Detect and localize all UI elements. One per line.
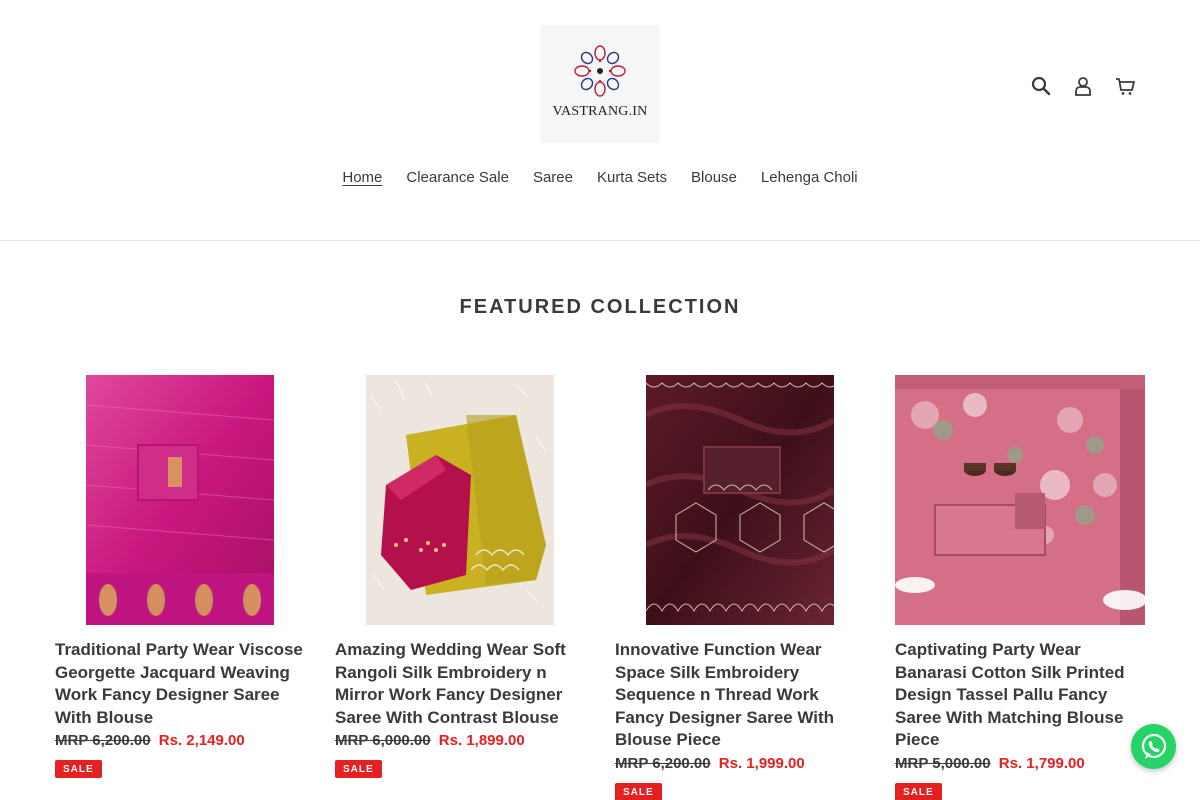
product-image-saree-rose	[895, 375, 1145, 625]
sale-badge: SALE	[615, 782, 662, 800]
nav-item-saree[interactable]: Saree	[521, 168, 585, 188]
logo-text: VASTRANG.IN	[552, 104, 648, 119]
product-sale-price: Rs. 1,799.00	[998, 754, 1085, 772]
product-title[interactable]: Traditional Party Wear Viscose Georgette…	[55, 639, 305, 729]
site-header: VASTRANG.IN Home Clearance Sale Saree Ku…	[0, 0, 1200, 241]
product-sale-price: Rs. 1,999.00	[718, 754, 805, 772]
user-icon[interactable]	[1072, 74, 1094, 98]
product-image-saree-pink	[86, 375, 274, 625]
logo-mandala-icon	[574, 45, 626, 97]
section-title: FEATURED COLLECTION	[459, 296, 741, 318]
product-card[interactable]: Captivating Party Wear Banarasi Cotton S…	[895, 375, 1145, 800]
product-prices: MRP 6,000.00 Rs. 1,899.00	[335, 730, 585, 752]
product-card[interactable]: Amazing Wedding Wear Soft Rangoli Silk E…	[335, 375, 585, 800]
header-icons	[1030, 74, 1136, 98]
product-mrp: MRP 6,200.00	[55, 732, 151, 749]
nav-item-kurta-sets[interactable]: Kurta Sets	[585, 168, 679, 188]
nav-item-clearance-sale[interactable]: Clearance Sale	[394, 168, 521, 188]
product-prices: MRP 6,200.00 Rs. 1,999.00	[615, 753, 865, 775]
search-icon[interactable]	[1030, 74, 1052, 98]
main-nav: Home Clearance Sale Saree Kurta Sets Blo…	[0, 168, 1200, 188]
product-card[interactable]: Traditional Party Wear Viscose Georgette…	[55, 375, 305, 800]
site-logo[interactable]: VASTRANG.IN	[540, 25, 660, 143]
product-title[interactable]: Captivating Party Wear Banarasi Cotton S…	[895, 639, 1145, 752]
nav-item-lehenga-choli[interactable]: Lehenga Choli	[749, 168, 870, 188]
product-prices: MRP 6,200.00 Rs. 2,149.00	[55, 730, 305, 752]
cart-icon[interactable]	[1114, 74, 1136, 98]
product-image-saree-yellow	[366, 375, 554, 625]
product-image-saree-maroon	[646, 375, 834, 625]
product-mrp: MRP 6,000.00	[335, 732, 431, 749]
product-image[interactable]	[615, 375, 865, 625]
product-image[interactable]	[335, 375, 585, 625]
whatsapp-button[interactable]	[1131, 724, 1176, 769]
product-image[interactable]	[895, 375, 1145, 625]
product-title[interactable]: Amazing Wedding Wear Soft Rangoli Silk E…	[335, 639, 585, 729]
sale-badge: SALE	[335, 760, 382, 778]
sale-badge: SALE	[55, 760, 102, 778]
product-prices: MRP 5,000.00 Rs. 1,799.00	[895, 753, 1145, 775]
sale-badge: SALE	[895, 782, 942, 800]
product-title[interactable]: Innovative Function Wear Space Silk Embr…	[615, 639, 865, 752]
product-mrp: MRP 6,200.00	[615, 754, 711, 772]
whatsapp-icon	[1141, 733, 1166, 759]
product-sale-price: Rs. 1,899.00	[438, 732, 525, 749]
product-image[interactable]	[55, 375, 305, 625]
product-grid: Traditional Party Wear Viscose Georgette…	[55, 375, 1145, 800]
product-card[interactable]: Innovative Function Wear Space Silk Embr…	[615, 375, 865, 800]
product-sale-price: Rs. 2,149.00	[158, 732, 245, 749]
product-mrp: MRP 5,000.00	[895, 754, 991, 772]
nav-item-blouse[interactable]: Blouse	[679, 168, 749, 188]
nav-item-home[interactable]: Home	[330, 168, 394, 188]
